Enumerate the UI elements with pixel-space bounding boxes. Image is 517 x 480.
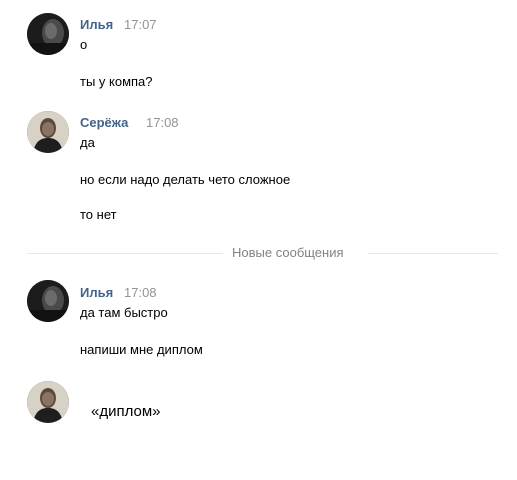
- message-text: да там быстро: [80, 305, 168, 320]
- message-time: 17:08: [124, 285, 157, 300]
- message-text: то нет: [80, 207, 117, 222]
- message-text: да: [80, 135, 95, 150]
- divider-line-left: [27, 253, 223, 254]
- reply-text: «диплом»: [91, 403, 161, 420]
- message-text: о: [80, 37, 88, 52]
- avatar-serezha[interactable]: [27, 111, 69, 153]
- new-messages-divider-label: Новые сообщения: [232, 245, 344, 260]
- avatar-ilya[interactable]: [27, 13, 69, 55]
- user-photo-icon: [27, 13, 69, 55]
- message-author[interactable]: Илья: [80, 285, 113, 300]
- message-time: 17:08: [146, 115, 179, 130]
- user-photo-icon: [27, 111, 69, 153]
- user-photo-icon: [27, 381, 69, 423]
- message-text: но если надо делать чето сложное: [80, 172, 291, 187]
- avatar-ilya[interactable]: [27, 280, 69, 322]
- user-photo-icon: [27, 280, 69, 322]
- message-time: 17:07: [124, 17, 157, 32]
- message-text: ты у компа?: [80, 74, 153, 89]
- divider-line-right: [368, 253, 498, 254]
- message-author[interactable]: Илья: [80, 17, 113, 32]
- message-author[interactable]: Серёжа: [80, 115, 128, 130]
- avatar-serezha[interactable]: [27, 381, 69, 423]
- message-text: напиши мне диплом: [80, 342, 203, 357]
